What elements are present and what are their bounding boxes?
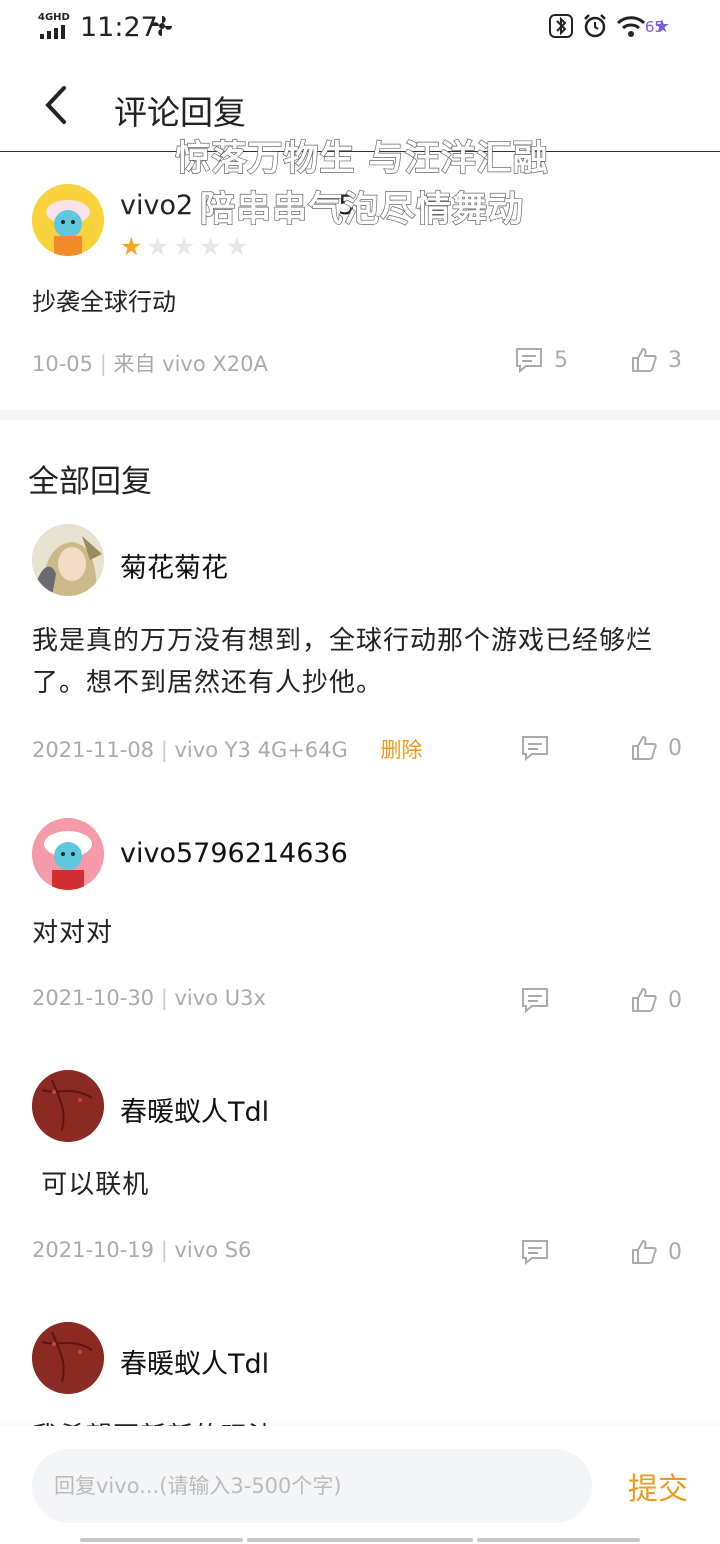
- section-title: 全部回复: [28, 464, 152, 500]
- fan-icon: [152, 16, 172, 36]
- star-empty-icon: ★: [225, 232, 249, 261]
- reply-meta: 2021-10-19 | vivo S6: [32, 1238, 252, 1262]
- reply-item: vivo5796214636 对对对 2021-10-30 | vivo U3x…: [0, 818, 720, 1028]
- section-divider: [0, 410, 720, 420]
- reply-date: 2021-11-08: [32, 738, 155, 762]
- like-count: 0: [668, 1239, 682, 1265]
- comment-count-button[interactable]: 5: [514, 346, 568, 374]
- comment-icon: [516, 348, 542, 374]
- avatar[interactable]: [32, 1322, 104, 1394]
- reply-device: vivo U3x: [174, 986, 266, 1010]
- lyric-line-2: 陪串串气泡尽情舞动: [199, 189, 524, 230]
- clock: 11:27: [80, 12, 158, 43]
- like-button[interactable]: 0: [630, 734, 682, 762]
- avatar[interactable]: [32, 818, 104, 890]
- page-title: 评论回复: [114, 93, 246, 132]
- bluetooth-icon: [548, 14, 573, 38]
- back-arrow-icon[interactable]: [36, 80, 78, 130]
- thumbs-up-icon: [632, 348, 657, 372]
- gesture-bar-segment: [477, 1538, 640, 1542]
- like-button[interactable]: 3: [630, 346, 682, 374]
- avatar-image: [32, 524, 104, 596]
- rating-stars: ★ ★ ★ ★ ★: [120, 232, 248, 261]
- like-count: 0: [668, 987, 682, 1013]
- avatar-image: [32, 1322, 104, 1394]
- alarm-icon: [583, 14, 606, 38]
- thumbs-up-icon: [632, 736, 657, 760]
- delete-button[interactable]: 删除: [381, 738, 423, 762]
- gesture-bar-segment: [247, 1538, 473, 1542]
- comment-date: 10-05: [32, 352, 94, 376]
- reply-text: 我是真的万万没有想到，全球行动那个游戏已经够烂了。想不到居然还有人抄他。: [32, 626, 654, 698]
- like-count: 0: [668, 735, 682, 761]
- signal-icon: [40, 25, 65, 39]
- reply-device: vivo S6: [174, 1238, 252, 1262]
- page: 4GHD 11:27 ★ 65 评论回复 惊落万物生 与汪洋汇融 陪串串气泡尽情…: [0, 0, 720, 1544]
- lyric-line-1: 惊落万物生 与汪洋汇融: [175, 138, 549, 179]
- gesture-bar-segment: [80, 1538, 243, 1542]
- reply-comment-icon[interactable]: [520, 986, 550, 1014]
- reply-device: vivo Y3 4G+64G: [174, 738, 348, 762]
- reply-item: 春暖蚁人Tdl: [0, 1322, 720, 1426]
- like-button[interactable]: 0: [630, 986, 682, 1014]
- reply-username[interactable]: vivo5796214636: [120, 838, 348, 869]
- battery-level: 65: [644, 18, 664, 36]
- reply-text: 可以联机: [32, 1170, 150, 1200]
- comment-source: 来自 vivo X20A: [113, 352, 268, 376]
- reply-text: 对对对: [32, 918, 114, 948]
- network-label: 4GHD: [38, 12, 70, 23]
- avatar-image: [32, 1070, 104, 1142]
- avatar[interactable]: [32, 524, 104, 596]
- avatar[interactable]: [32, 1070, 104, 1142]
- avatar-image: [32, 818, 104, 890]
- reply-meta: 2021-11-08 | vivo Y3 4G+64G 删除: [32, 738, 423, 762]
- thumbs-up-icon: [632, 1240, 657, 1264]
- thumbs-up-icon: [632, 988, 657, 1012]
- reply-username[interactable]: 春暖蚁人Tdl: [120, 1090, 269, 1129]
- status-bar: 4GHD 11:27 ★ 65: [0, 0, 720, 58]
- reply-username[interactable]: 春暖蚁人Tdl: [120, 1342, 269, 1381]
- like-count: 3: [668, 347, 682, 373]
- star-empty-icon: ★: [199, 232, 222, 261]
- star-empty-icon: ★: [172, 232, 196, 261]
- reply-input-bar: 提交: [0, 1426, 720, 1544]
- comment-count: 5: [554, 347, 568, 373]
- reply-meta: 2021-10-30 | vivo U3x: [32, 986, 266, 1010]
- like-button[interactable]: 0: [630, 1238, 682, 1266]
- comment-text: 抄袭全球行动: [32, 288, 176, 316]
- reply-date: 2021-10-19: [32, 1238, 155, 1262]
- reply-item: 春暖蚁人Tdl 可以联机 2021-10-19 | vivo S6 0: [0, 1070, 720, 1280]
- reply-comment-icon[interactable]: [520, 734, 550, 762]
- reply-date: 2021-10-30: [32, 986, 155, 1010]
- submit-button[interactable]: 提交: [628, 1464, 688, 1508]
- star-filled-icon: ★: [120, 232, 143, 261]
- reply-comment-icon[interactable]: [520, 1238, 550, 1266]
- star-empty-icon: ★: [146, 232, 169, 261]
- comment-meta: 10-05 | 来自 vivo X20A: [32, 352, 268, 376]
- wifi-icon: [616, 16, 645, 37]
- reply-input[interactable]: [32, 1449, 592, 1523]
- reply-item: 菊花菊花 我是真的万万没有想到，全球行动那个游戏已经够烂了。想不到居然还有人抄他…: [0, 524, 720, 774]
- reply-username[interactable]: 菊花菊花: [120, 546, 228, 585]
